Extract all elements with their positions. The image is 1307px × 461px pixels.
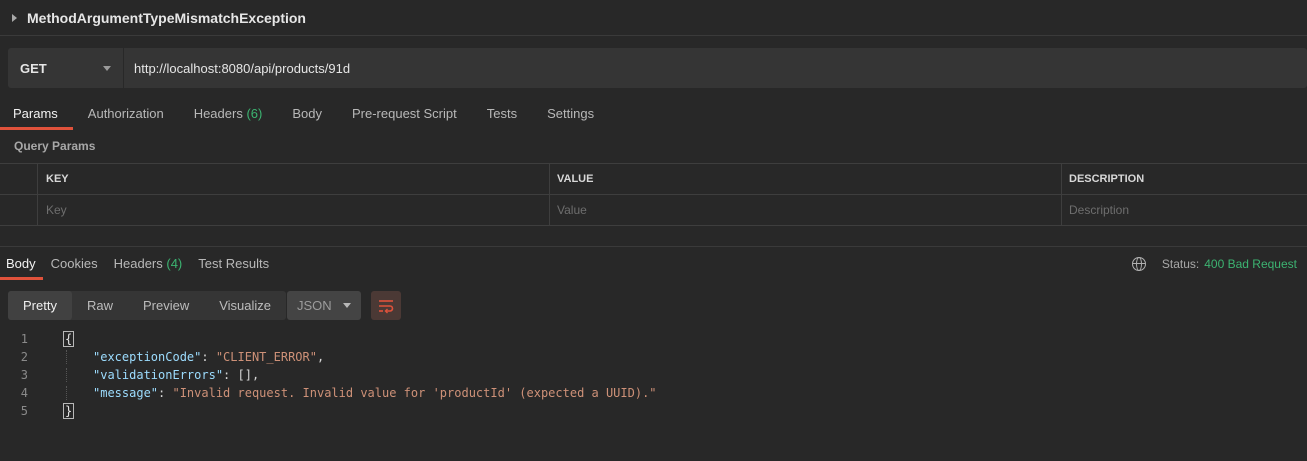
tab-params[interactable]: Params bbox=[0, 100, 73, 130]
query-params-title: Query Params bbox=[14, 139, 96, 153]
status-value[interactable]: 400 Bad Request bbox=[1204, 257, 1297, 271]
tab-label: Params bbox=[13, 106, 58, 121]
format-select[interactable]: JSON bbox=[287, 291, 361, 320]
response-body-viewer[interactable]: 1 { 2 "exceptionCode": "CLIENT_ERROR", 3… bbox=[0, 330, 1307, 420]
code-line: 5 } bbox=[0, 402, 1307, 420]
key-input[interactable]: Key bbox=[38, 195, 550, 225]
key-placeholder: Key bbox=[46, 203, 67, 217]
response-status: Status: 400 Bad Request bbox=[1131, 250, 1297, 278]
method-label: GET bbox=[20, 60, 47, 76]
json-value: [] bbox=[237, 368, 252, 382]
line-number: 5 bbox=[20, 404, 28, 418]
tab-label: Tests bbox=[486, 106, 518, 121]
view-mode-group: Pretty Raw Preview Visualize bbox=[8, 291, 287, 320]
line-number: 4 bbox=[20, 386, 28, 400]
tab-label: Test Results bbox=[198, 256, 270, 271]
status-label: Status: bbox=[1161, 257, 1200, 271]
request-title-bar[interactable]: MethodArgumentTypeMismatchException bbox=[0, 0, 1307, 36]
tab-headers[interactable]: Headers (6) bbox=[179, 100, 278, 130]
tab-response-body[interactable]: Body bbox=[0, 250, 43, 280]
method-select[interactable]: GET bbox=[8, 48, 124, 88]
chevron-down-icon bbox=[343, 303, 351, 308]
tab-response-headers[interactable]: Headers (4) bbox=[106, 250, 191, 280]
view-pretty-button[interactable]: Pretty bbox=[8, 291, 72, 320]
view-raw-button[interactable]: Raw bbox=[72, 291, 128, 320]
globe-icon[interactable] bbox=[1131, 257, 1146, 271]
request-tabs: Params Authorization Headers (6) Body Pr… bbox=[0, 100, 609, 130]
description-input[interactable]: Description bbox=[1062, 195, 1307, 225]
json-key: "message" bbox=[93, 386, 159, 400]
tab-label: Body bbox=[6, 256, 36, 271]
json-key: "exceptionCode" bbox=[93, 350, 202, 364]
url-bar: GET bbox=[8, 48, 1307, 88]
close-brace: } bbox=[63, 403, 75, 419]
column-header-key: KEY bbox=[46, 173, 69, 185]
line-number: 3 bbox=[20, 368, 28, 382]
row-select-column bbox=[0, 164, 38, 194]
tab-test-results[interactable]: Test Results bbox=[190, 250, 277, 280]
view-visualize-button[interactable]: Visualize bbox=[204, 291, 286, 320]
expand-caret-icon[interactable] bbox=[12, 13, 17, 22]
json-key: "validationErrors" bbox=[93, 368, 224, 382]
table-row: Key Value Description bbox=[0, 195, 1307, 226]
format-label: JSON bbox=[297, 298, 332, 313]
open-brace: { bbox=[63, 331, 75, 347]
view-preview-button[interactable]: Preview bbox=[128, 291, 204, 320]
tab-label: Headers bbox=[113, 256, 163, 271]
tab-authorization[interactable]: Authorization bbox=[73, 100, 179, 130]
tab-body[interactable]: Body bbox=[277, 100, 337, 130]
json-value: "CLIENT_ERROR" bbox=[215, 350, 317, 364]
value-placeholder: Value bbox=[557, 203, 587, 217]
column-header-description: DESCRIPTION bbox=[1069, 173, 1145, 185]
column-header-value: VALUE bbox=[557, 173, 594, 185]
response-tabs: Body Cookies Headers (4) Test Results bbox=[0, 250, 277, 280]
tab-label: Cookies bbox=[50, 256, 98, 271]
code-line: 3 "validationErrors": [], bbox=[0, 366, 1307, 384]
request-name: MethodArgumentTypeMismatchException bbox=[27, 9, 306, 26]
json-value: "Invalid request. Invalid value for 'pro… bbox=[172, 386, 657, 400]
url-input[interactable] bbox=[124, 48, 1307, 88]
row-checkbox-cell[interactable] bbox=[0, 195, 38, 225]
query-params-table: KEY VALUE DESCRIPTION Key Value Descript… bbox=[0, 163, 1307, 226]
description-placeholder: Description bbox=[1069, 203, 1130, 217]
line-number: 2 bbox=[20, 350, 28, 364]
response-headers-count: (4) bbox=[166, 256, 183, 271]
tab-tests[interactable]: Tests bbox=[472, 100, 532, 130]
table-header-row: KEY VALUE DESCRIPTION bbox=[0, 164, 1307, 195]
tab-settings[interactable]: Settings bbox=[532, 100, 609, 130]
chevron-down-icon bbox=[103, 65, 111, 71]
line-number: 1 bbox=[20, 332, 28, 346]
tab-label: Authorization bbox=[87, 106, 164, 121]
wrap-lines-button[interactable] bbox=[371, 291, 401, 320]
tab-response-cookies[interactable]: Cookies bbox=[43, 250, 106, 280]
tab-label: Pre-request Script bbox=[351, 106, 457, 121]
code-line: 1 { bbox=[0, 330, 1307, 348]
pane-divider[interactable] bbox=[0, 246, 1307, 247]
tab-label: Settings bbox=[547, 106, 595, 121]
code-line: 4 "message": "Invalid request. Invalid v… bbox=[0, 384, 1307, 402]
code-line: 2 "exceptionCode": "CLIENT_ERROR", bbox=[0, 348, 1307, 366]
headers-count: (6) bbox=[246, 106, 263, 121]
tab-label: Body bbox=[292, 106, 322, 121]
wrap-lines-icon bbox=[379, 299, 394, 313]
value-input[interactable]: Value bbox=[550, 195, 1062, 225]
tab-pre-request-script[interactable]: Pre-request Script bbox=[337, 100, 472, 130]
tab-label: Headers bbox=[193, 106, 243, 121]
